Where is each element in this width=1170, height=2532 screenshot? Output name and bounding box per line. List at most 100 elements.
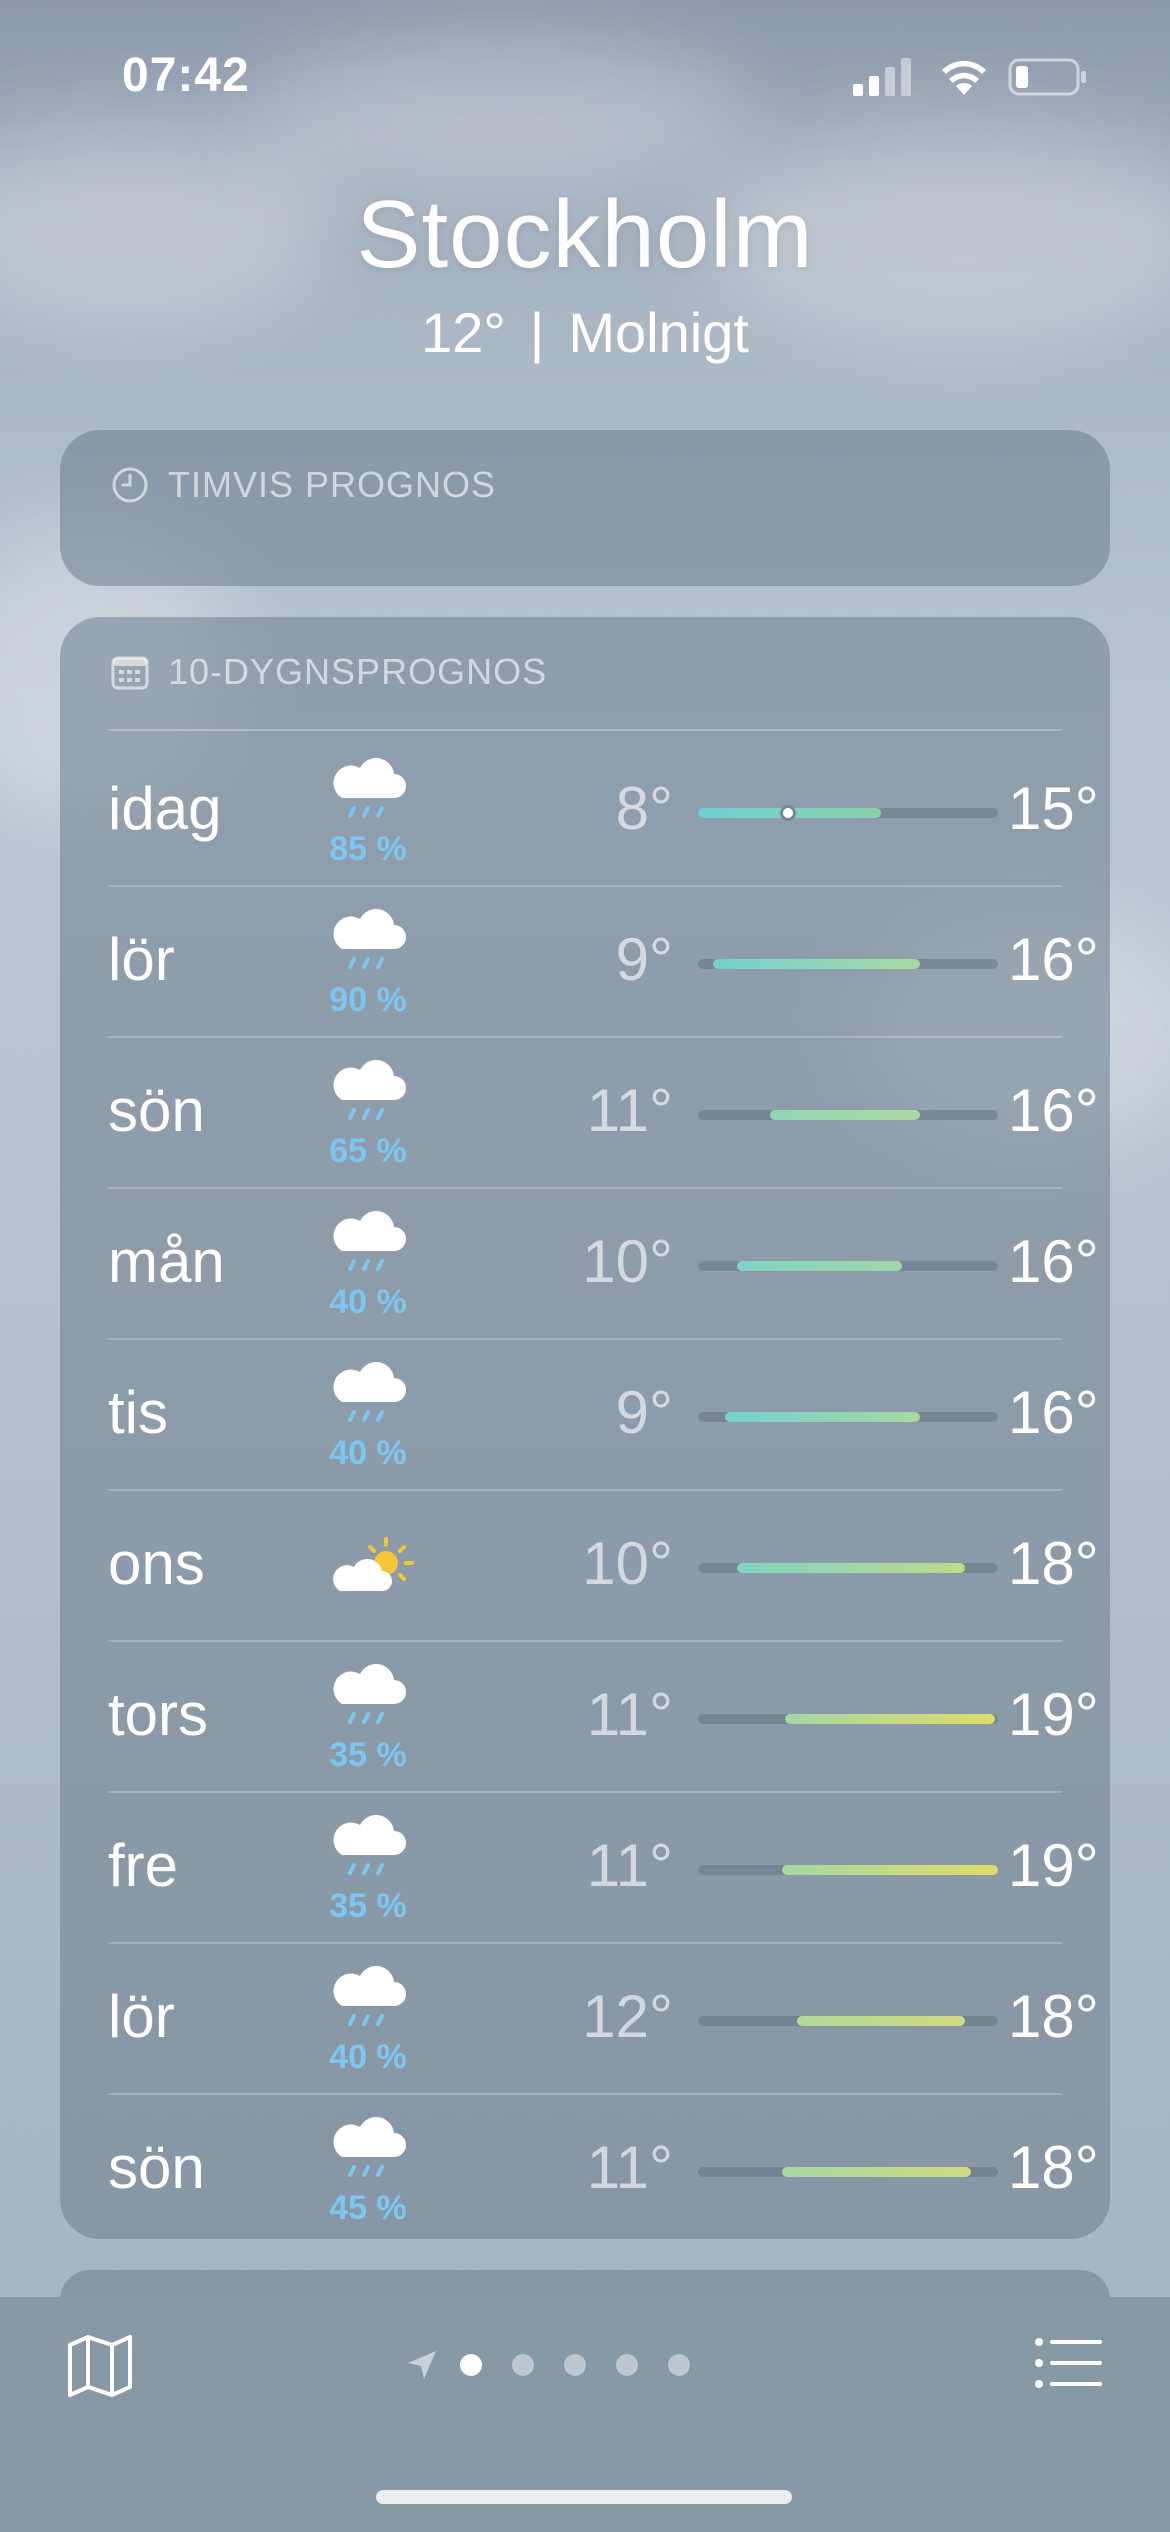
- page-indicator[interactable]: [404, 2347, 720, 2383]
- hourly-forecast-card[interactable]: TIMVIS PROGNOS: [60, 430, 1110, 586]
- temperature-range-bar: [698, 959, 998, 969]
- forecast-day: sön: [108, 1077, 205, 1144]
- page-dot[interactable]: [564, 2354, 586, 2376]
- current-temperature-marker: [780, 805, 796, 821]
- precipitation-chance: 40 %: [329, 1434, 407, 1472]
- cellular-signal-icon: [853, 58, 911, 96]
- forecast-row[interactable]: sön 65 % 11° 16°: [108, 1038, 1099, 1189]
- current-summary: 12° | Molnigt: [0, 300, 1170, 365]
- list-icon[interactable]: [1034, 2337, 1104, 2389]
- low-temperature: 11°: [586, 1832, 673, 1899]
- forecast-row[interactable]: mån 40 % 10° 16°: [108, 1189, 1099, 1340]
- summary-separator: |: [529, 301, 545, 364]
- forecast-row[interactable]: ons 10° 18°: [108, 1491, 1099, 1642]
- precipitation-chance: 40 %: [329, 2038, 407, 2076]
- low-temperature: 11°: [586, 2134, 673, 2201]
- forecast-day: tors: [108, 1681, 209, 1748]
- high-temperature: 19°: [1008, 1832, 1099, 1899]
- precipitation-chance: 35 %: [329, 1887, 407, 1925]
- low-temperature: 11°: [586, 1077, 673, 1144]
- high-temperature: 18°: [1008, 1983, 1099, 2050]
- temperature-range-bar: [698, 1412, 998, 1422]
- temperature-range-fill: [725, 1412, 920, 1422]
- battery-icon: [1008, 58, 1086, 96]
- page-dots: [460, 2354, 720, 2376]
- forecast-row[interactable]: lör 90 % 9° 16°: [108, 887, 1099, 1038]
- forecast-row[interactable]: idag 85 % 8° 15°: [108, 736, 1099, 887]
- current-temperature: 12°: [421, 301, 506, 364]
- cloud-rain-icon: [330, 1209, 410, 1279]
- forecast-row[interactable]: fre 35 % 11° 19°: [108, 1793, 1099, 1944]
- forecast-day: ons: [108, 1530, 205, 1597]
- temperature-range-fill: [737, 1261, 902, 1271]
- ten-day-forecast-header: 10-DYGNSPROGNOS: [110, 651, 547, 693]
- forecast-day: idag: [108, 775, 222, 842]
- high-temperature: 16°: [1008, 1379, 1099, 1446]
- low-temperature: 8°: [615, 775, 673, 842]
- high-temperature: 16°: [1008, 926, 1099, 993]
- cloud-rain-icon: [330, 1360, 410, 1430]
- forecast-day: lör: [108, 1983, 175, 2050]
- forecast-row[interactable]: tis 40 % 9° 16°: [108, 1340, 1099, 1491]
- cloud-rain-icon: [330, 1058, 410, 1128]
- forecast-row[interactable]: lör 40 % 12° 18°: [108, 1944, 1099, 2095]
- forecast-day: tis: [108, 1379, 168, 1446]
- temperature-range-fill: [782, 1865, 998, 1875]
- forecast-day: fre: [108, 1832, 179, 1899]
- temperature-range-bar: [698, 1261, 998, 1271]
- map-icon[interactable]: [66, 2333, 134, 2399]
- temperature-range-fill: [785, 1714, 995, 1724]
- low-temperature: 11°: [586, 1681, 673, 1748]
- high-temperature: 15°: [1008, 775, 1099, 842]
- precipitation-chance: 40 %: [329, 1283, 407, 1321]
- cloud-rain-icon: [330, 1964, 410, 2034]
- cloud-rain-icon: [330, 2115, 410, 2185]
- cloud-sun-icon: [330, 1535, 414, 1605]
- low-temperature: 9°: [615, 1379, 673, 1446]
- temperature-range-bar: [698, 1110, 998, 1120]
- clock-icon: [112, 467, 148, 503]
- precipitation-chance: 85 %: [329, 830, 407, 868]
- calendar-icon: [111, 656, 149, 690]
- low-temperature: 10°: [582, 1228, 673, 1295]
- precipitation-chance: 45 %: [329, 2189, 407, 2227]
- page-dot[interactable]: [668, 2354, 690, 2376]
- temperature-range-fill: [770, 1110, 920, 1120]
- low-temperature: 10°: [582, 1530, 673, 1597]
- page-dot[interactable]: [616, 2354, 638, 2376]
- cloud-rain-icon: [330, 756, 410, 826]
- forecast-day: mån: [108, 1228, 225, 1295]
- temperature-range-bar: [698, 2167, 998, 2177]
- cloud-rain-icon: [330, 907, 410, 977]
- precipitation-chance: 65 %: [329, 1132, 407, 1170]
- city-name: Stockholm: [356, 181, 814, 288]
- high-temperature: 16°: [1008, 1077, 1099, 1144]
- temperature-range-bar: [698, 1865, 998, 1875]
- forecast-row[interactable]: tors 35 % 11° 19°: [108, 1642, 1099, 1793]
- high-temperature: 18°: [1008, 2134, 1099, 2201]
- forecast-row[interactable]: sön 45 % 11° 18°: [108, 2095, 1099, 2246]
- wifi-icon: [942, 60, 986, 95]
- low-temperature: 12°: [582, 1983, 673, 2050]
- temperature-range-fill: [713, 959, 920, 969]
- temperature-range-fill: [737, 1563, 965, 1573]
- divider: [108, 729, 1062, 731]
- low-temperature: 9°: [615, 926, 673, 993]
- page-dot[interactable]: [460, 2354, 482, 2376]
- temperature-range-fill: [797, 2016, 965, 2026]
- ten-day-forecast-card[interactable]: 10-DYGNSPROGNOS idag 85 % 8° 15° lör 90 % 9° 16…: [60, 617, 1110, 2239]
- precipitation-chance: 90 %: [329, 981, 407, 1019]
- status-bar: 07:42: [0, 0, 1170, 150]
- cloud-rain-icon: [330, 1662, 410, 1732]
- home-indicator[interactable]: [376, 2490, 792, 2504]
- high-temperature: 18°: [1008, 1530, 1099, 1597]
- status-time: 07:42: [122, 49, 250, 102]
- page-dot[interactable]: [512, 2354, 534, 2376]
- forecast-day: lör: [108, 926, 175, 993]
- precipitation-chance: 35 %: [329, 1736, 407, 1774]
- ten-day-forecast-title: 10-DYGNSPROGNOS: [168, 651, 548, 692]
- location-arrow-icon: [408, 2351, 436, 2379]
- high-temperature: 16°: [1008, 1228, 1099, 1295]
- hourly-forecast-header: TIMVIS PROGNOS: [110, 464, 496, 506]
- temperature-range-bar: [698, 1714, 998, 1724]
